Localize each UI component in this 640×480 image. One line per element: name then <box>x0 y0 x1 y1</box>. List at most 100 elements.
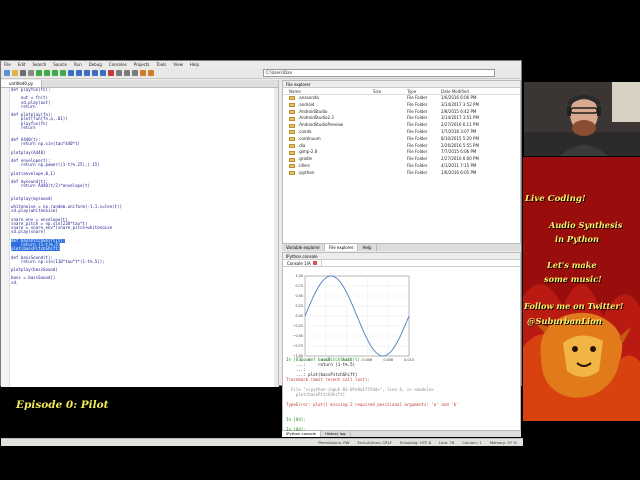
file-row[interactable]: .dia File Folder 2/26/2016 5:55 PM <box>283 143 520 150</box>
file-row[interactable]: .anaconda File Folder 1/6/2016 6:06 PM <box>283 95 520 102</box>
column-header-date-modified[interactable]: Date Modified <box>441 88 507 94</box>
menu-item-consoles[interactable]: Consoles <box>109 61 127 68</box>
folder-icon <box>289 116 295 121</box>
file-row[interactable]: .AndroidStudioPreview File Folder 2/27/201… <box>283 122 520 129</box>
editor-scrollbar[interactable] <box>274 88 278 387</box>
menu-item-search[interactable]: Search <box>32 61 46 68</box>
file-type: File Folder <box>407 135 428 141</box>
stream-screen: File Edit Search Source Run Debug Consoles Proj… <box>0 0 640 480</box>
file-row[interactable]: .conda File Folder 1/7/2018 3:07 PM <box>283 129 520 136</box>
file-row[interactable]: .continuum File Folder 8/10/2015 5:20 PM <box>283 136 520 143</box>
code-text[interactable]: 26def playfun(fn):2728 out = fn(t)29 sd.… <box>11 88 274 387</box>
tab-file-explorer[interactable]: File explorer <box>324 244 359 251</box>
file-date: 2/27/2016 6:11 PM <box>441 122 479 128</box>
file-date: 1/6/2016 6:06 PM <box>441 95 477 100</box>
stop-debug-icon[interactable] <box>108 70 114 76</box>
file-name-cell: .AndroidStudio2.3 <box>283 115 373 122</box>
menu-item-file[interactable]: File <box>4 61 11 68</box>
column-header-type[interactable]: Type <box>407 88 441 94</box>
working-directory-input[interactable]: C:\Users\Dan <box>263 69 495 77</box>
file-explorer-pane: File explorer Name Size Type Date Modified … <box>282 80 521 244</box>
y-tick-label: 0.75 <box>295 284 303 288</box>
step-into-icon[interactable] <box>84 70 90 76</box>
promo-audio-line1: Audio Synthesis <box>549 220 623 230</box>
file-date: 3/14/2017 3:52 PM <box>441 101 479 107</box>
console-output[interactable]: In [83]: def bassPitchShift(t): ...: ret… <box>286 357 514 432</box>
file-name-cell: .gimp-2.8 <box>283 149 373 156</box>
tab-history-log[interactable]: History log <box>321 431 351 437</box>
file-name: .AndroidStudioPreview <box>298 122 344 128</box>
file-name-cell: .conda <box>283 129 373 136</box>
menu-item-edit[interactable]: Edit <box>18 61 26 68</box>
editor-tab[interactable]: untitled0.py <box>1 80 43 87</box>
python-path-icon[interactable] <box>132 70 138 76</box>
file-name: .ipython <box>298 169 315 175</box>
explorer-tab-bar: Variable explorer File explorer Help <box>282 244 521 251</box>
run-cell-icon[interactable] <box>44 70 50 76</box>
open-file-icon[interactable] <box>12 70 18 76</box>
file-date: 2/26/2016 5:55 PM <box>441 142 479 148</box>
menu-item-help[interactable]: Help <box>190 61 199 68</box>
file-row[interactable]: .android File Folder 3/14/2017 3:52 PM <box>283 102 520 109</box>
promo-follow: Follow me on Twitter! <box>524 301 624 311</box>
file-date: 2/27/2016 6:00 PM <box>441 156 479 162</box>
menu-item-source[interactable]: Source <box>53 61 67 68</box>
folder-icon <box>289 157 295 162</box>
tab-help[interactable]: Help <box>358 244 377 251</box>
status-permissions: Permissions: RW <box>318 440 350 445</box>
code-line[interactable]: 72sd. <box>11 280 274 285</box>
menu-item-view[interactable]: View <box>173 61 183 68</box>
close-icon[interactable] <box>312 261 317 265</box>
run-selection-icon[interactable] <box>60 70 66 76</box>
file-row[interactable]: .gradle File Folder 2/27/2016 6:00 PM <box>283 156 520 163</box>
menu-item-tools[interactable]: Tools <box>157 61 167 68</box>
file-row[interactable]: .ipython File Folder 1/6/2016 6:05 PM <box>283 170 520 177</box>
code-editor[interactable]: untitled0.py 26def playfun(fn):2728 out … <box>1 80 279 387</box>
file-row[interactable]: .idlerc File Folder 4/1/2011 7:15 PM <box>283 163 520 170</box>
file-row[interactable]: .AndroidStudio2.3 File Folder 3/14/2017 3:… <box>283 115 520 122</box>
file-size <box>373 149 407 156</box>
file-type: File Folder <box>407 142 428 148</box>
save-all-icon[interactable] <box>28 70 34 76</box>
tab-variable-explorer[interactable]: Variable explorer <box>282 244 325 251</box>
file-type: File Folder <box>407 95 428 100</box>
column-header-name[interactable]: Name <box>283 88 373 94</box>
file-name-cell: .ipython <box>283 170 373 177</box>
file-name-cell: .dia <box>283 143 373 150</box>
menu-item-projects[interactable]: Projects <box>134 61 150 68</box>
folder-icon <box>289 96 295 101</box>
promo-lets-line1: Let's make <box>547 260 597 270</box>
preferences-icon[interactable] <box>124 70 130 76</box>
console-tab[interactable]: Console 1/A <box>283 260 322 266</box>
file-size <box>373 170 407 177</box>
file-size <box>373 136 407 143</box>
column-header-size[interactable]: Size <box>373 88 407 94</box>
maximize-pane-icon[interactable] <box>116 70 122 76</box>
back-icon[interactable] <box>140 70 146 76</box>
debug-icon[interactable] <box>68 70 74 76</box>
folder-icon <box>289 143 295 148</box>
file-row[interactable]: .gimp-2.8 File Folder 7/7/2015 6:06 PM <box>283 149 520 156</box>
folder-icon <box>289 171 295 176</box>
file-date: 1/6/2016 6:05 PM <box>441 169 477 175</box>
file-size <box>373 163 407 170</box>
step-return-icon[interactable] <box>92 70 98 76</box>
file-row[interactable]: .AndroidStudio File Folder 2/8/2015 6:42 P… <box>283 109 520 116</box>
menu-item-run[interactable]: Run <box>74 61 82 68</box>
step-icon[interactable] <box>76 70 82 76</box>
new-file-icon[interactable] <box>4 70 10 76</box>
menu-item-debug[interactable]: Debug <box>89 61 102 68</box>
console-bottom-tab-bar: IPython console History log <box>282 431 521 437</box>
save-icon[interactable] <box>20 70 26 76</box>
console-tab-bar: Console 1/A <box>283 260 520 267</box>
forward-icon[interactable] <box>148 70 154 76</box>
file-size <box>373 143 407 150</box>
file-date: 7/7/2015 6:06 PM <box>441 149 477 155</box>
run-cell-advance-icon[interactable] <box>52 70 58 76</box>
continue-icon[interactable] <box>100 70 106 76</box>
tab-ipython-console[interactable]: IPython console <box>282 431 321 437</box>
run-icon[interactable] <box>36 70 42 76</box>
file-name: .conda <box>298 128 312 134</box>
file-name: .gimp-2.8 <box>298 149 318 155</box>
promo-live-coding: Live Coding! <box>525 194 586 204</box>
